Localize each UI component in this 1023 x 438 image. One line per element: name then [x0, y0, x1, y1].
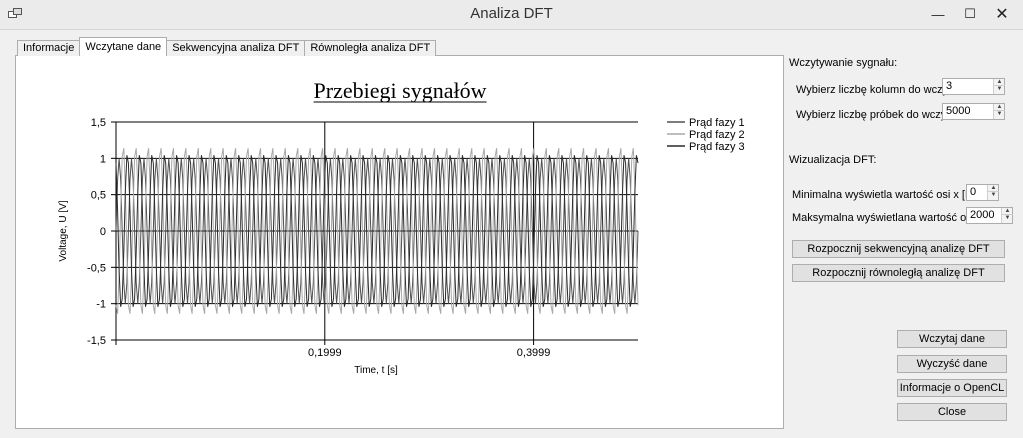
max-freq-value[interactable]: 2000: [970, 209, 994, 221]
min-freq-value[interactable]: 0: [970, 186, 976, 198]
clear-data-button[interactable]: Wyczyść dane: [897, 355, 1007, 373]
chevron-up-icon[interactable]: ▲: [994, 104, 1005, 111]
signal-chart: Przebiegi sygnałów 1,5 1 0,5 0 -0,5 -1 -1,5 0,1…: [58, 78, 745, 376]
tab-parallel-dft[interactable]: Równoległa analiza DFT: [304, 40, 437, 56]
samples-stepper[interactable]: 5000 ▲ ▼: [942, 103, 1005, 120]
chevron-down-icon[interactable]: ▼: [988, 192, 999, 199]
x-tick-label: 0,3999: [517, 347, 551, 359]
dft-visualization-heading: Wizualizacja DFT:: [789, 154, 877, 166]
min-freq-stepper[interactable]: 0 ▲ ▼: [966, 184, 999, 201]
y-tick-label: -1,5: [87, 335, 106, 347]
max-freq-stepper[interactable]: 2000 ▲ ▼: [966, 207, 1013, 224]
x-tick-label: 0,1999: [308, 347, 342, 359]
chevron-up-icon[interactable]: ▲: [1002, 208, 1013, 215]
chart-title: Przebiegi sygnałów: [314, 78, 487, 103]
chevron-up-icon[interactable]: ▲: [994, 79, 1005, 86]
min-freq-label: Minimalna wyświetla wartość osi x [Hz]:: [792, 189, 985, 201]
y-tick-label: 1: [100, 153, 106, 165]
title-bar: Analiza DFT — ☐ ✕: [0, 0, 1023, 30]
signal-load-heading: Wczytywanie sygnału:: [789, 57, 898, 69]
y-tick-label: -1: [96, 299, 106, 311]
load-data-button[interactable]: Wczytaj dane: [897, 330, 1007, 348]
samples-value[interactable]: 5000: [946, 105, 970, 117]
chevron-up-icon[interactable]: ▲: [988, 185, 999, 192]
y-tick-label: 0,5: [91, 190, 106, 202]
start-parallel-dft-button[interactable]: Rozpocznij równoległą analizę DFT: [792, 264, 1005, 282]
y-axis-label: Voltage, U [V]: [58, 200, 69, 261]
y-tick-label: -0,5: [87, 262, 106, 274]
tab-information[interactable]: Informacje: [17, 40, 81, 56]
columns-stepper[interactable]: 3 ▲ ▼: [942, 78, 1005, 95]
legend-label: Prąd fazy 1: [689, 117, 745, 129]
columns-value[interactable]: 3: [946, 80, 952, 92]
window-title: Analiza DFT: [470, 5, 553, 22]
minimize-button[interactable]: —: [921, 0, 955, 28]
y-tick-label: 0: [100, 226, 106, 238]
y-tick-label: 1,5: [91, 117, 106, 129]
chevron-down-icon[interactable]: ▼: [994, 111, 1005, 118]
legend-label: Prąd fazy 3: [689, 141, 745, 153]
close-button[interactable]: Close: [897, 403, 1007, 421]
start-sequential-dft-button[interactable]: Rozpocznij sekwencyjną analizę DFT: [792, 240, 1005, 258]
close-window-button[interactable]: ✕: [985, 0, 1019, 28]
tab-strip: Informacje Wczytane dane Sekwencyjna ana…: [17, 37, 437, 56]
chevron-down-icon[interactable]: ▼: [994, 86, 1005, 93]
opencl-info-button[interactable]: Informacje o OpenCL: [897, 379, 1007, 397]
legend-label: Prąd fazy 2: [689, 129, 745, 141]
tab-sequential-dft[interactable]: Sekwencyjna analiza DFT: [166, 40, 306, 56]
tab-loaded-data[interactable]: Wczytane dane: [79, 37, 168, 56]
maximize-button[interactable]: ☐: [953, 0, 987, 28]
x-axis-label: Time, t [s]: [354, 365, 398, 376]
chevron-down-icon[interactable]: ▼: [1002, 215, 1013, 222]
